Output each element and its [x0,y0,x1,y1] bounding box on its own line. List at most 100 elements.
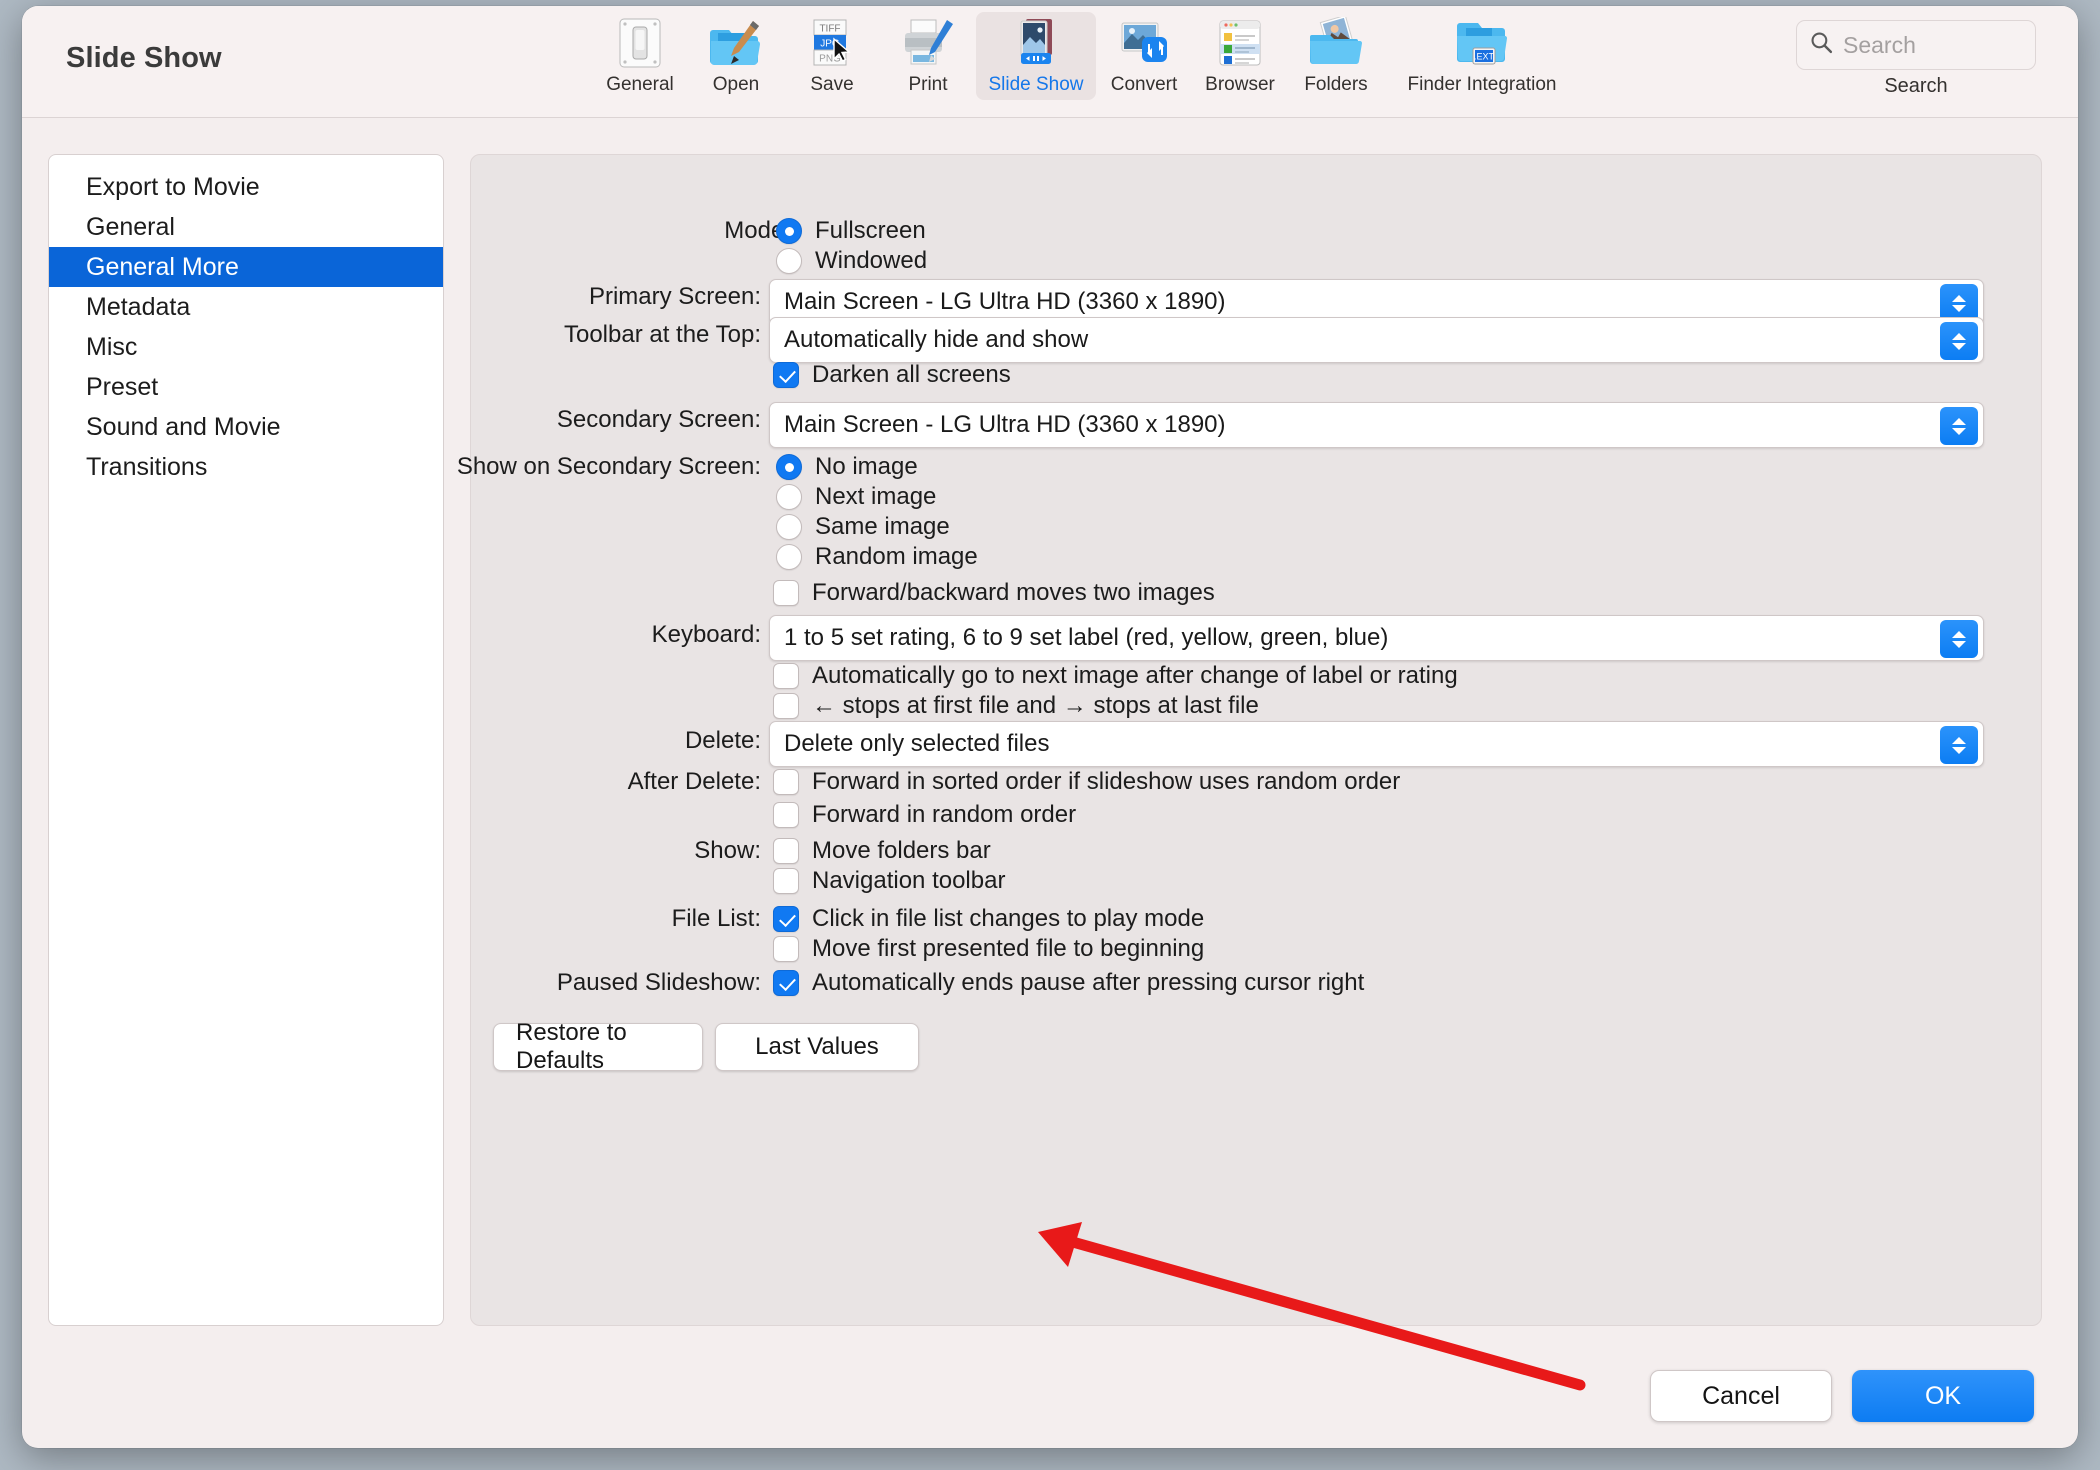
primary-screen-label: Primary Screen: [588,283,761,310]
switch-icon [617,18,663,68]
window-title: Slide Show [66,42,222,74]
arrow-stops-checkbox[interactable] [773,693,799,719]
secondary-option-next-image[interactable]: Next image [776,483,936,511]
last-values-button[interactable]: Last Values [715,1023,919,1071]
show-option-navigation-toolbar-row[interactable]: Navigation toolbar [773,867,1005,895]
auto-next-after-change-checkbox[interactable] [773,663,799,689]
sidebar-item-label: Sound and Movie [86,412,281,441]
toolbar-item-general[interactable]: General [592,12,688,100]
darken-all-screens-checkbox[interactable] [773,362,799,388]
toolbar-item-label: Save [810,74,854,95]
click-file-list-play-mode-checkbox[interactable] [773,906,799,932]
toolbar-item-convert[interactable]: Convert [1096,12,1192,100]
show-option-label: Move folders bar [812,837,991,864]
secondary-option-no-image[interactable]: No image [776,453,918,481]
arrow-stops-label: ← stops at first file and → stops at las… [812,692,1259,719]
preferences-sidebar: Export to Movie General General More Met… [48,154,444,1326]
darken-all-screens-label: Darken all screens [812,361,1011,388]
radio-random-image[interactable] [776,544,802,570]
radio-windowed[interactable] [776,248,802,274]
sidebar-item-general[interactable]: General [49,207,443,247]
ok-button[interactable]: OK [1852,1370,2034,1422]
toolbar-at-top-value: Automatically hide and show [784,326,1089,353]
secondary-option-random-image[interactable]: Random image [776,543,978,571]
secondary-screen-label: Secondary Screen: [556,406,761,433]
search-input[interactable]: Search [1796,20,2036,70]
secondary-screen-select[interactable]: Main Screen - LG Ultra HD (3360 x 1890) [769,402,1984,448]
toolbar-item-folders[interactable]: Folders [1288,12,1384,100]
sidebar-item-transitions[interactable]: Transitions [49,447,443,487]
toolbar-at-top-select[interactable]: Automatically hide and show [769,317,1984,363]
chevron-updown-icon[interactable] [1940,620,1978,658]
radio-fullscreen[interactable] [776,218,802,244]
arrow-stops-row[interactable]: ← stops at first file and → stops at las… [773,692,1259,720]
chevron-updown-icon[interactable] [1940,322,1978,360]
sidebar-item-preset[interactable]: Preset [49,367,443,407]
sidebar-item-label: Preset [86,372,159,401]
folder-brush-icon [709,18,763,68]
secondary-option-same-image[interactable]: Same image [776,513,950,541]
primary-screen-value: Main Screen - LG Ultra HD (3360 x 1890) [784,288,1226,315]
sidebar-item-misc[interactable]: Misc [49,327,443,367]
forward-backward-two-checkbox[interactable] [773,580,799,606]
after-delete-option-label: Forward in random order [812,801,1077,828]
sidebar-item-label: Misc [86,332,138,361]
after-delete-option-sorted-row[interactable]: Forward in sorted order if slideshow use… [773,768,1400,796]
toolbar-item-save[interactable]: TIFF JPG PNG Save [784,12,880,100]
toolbar-item-browser[interactable]: Browser [1192,12,1288,100]
toolbar-item-finder-integration[interactable]: .EXT Finder Integration [1384,12,1580,100]
sidebar-item-general-more[interactable]: General More [49,247,443,287]
after-delete-option-label: Forward in sorted order if slideshow use… [812,768,1401,795]
slideshow-icon [1008,18,1064,68]
after-delete-option-random-row[interactable]: Forward in random order [773,801,1076,829]
radio-next-image[interactable] [776,484,802,510]
auto-next-after-change-row[interactable]: Automatically go to next image after cha… [773,662,1458,690]
sidebar-item-label: Metadata [86,292,191,321]
after-delete-sorted-checkbox[interactable] [773,769,799,795]
show-on-secondary-label: Show on Secondary Screen: [456,453,761,480]
paused-slideshow-option-row[interactable]: Automatically ends pause after pressing … [773,969,1364,997]
sidebar-item-export-to-movie[interactable]: Export to Movie [49,167,443,207]
browser-window-icon [1215,18,1265,68]
file-list-option-play-mode-row[interactable]: Click in file list changes to play mode [773,905,1204,933]
forward-backward-two-row[interactable]: Forward/backward moves two images [773,579,1215,607]
toolbar-search: Search Search [1796,20,2036,98]
photo-folder-icon [1308,17,1364,68]
navigation-toolbar-checkbox[interactable] [773,868,799,894]
mode-option-label: Fullscreen [815,217,926,244]
show-option-label: Navigation toolbar [812,867,1006,894]
after-delete-label: After Delete: [627,768,761,795]
radio-same-image[interactable] [776,514,802,540]
secondary-option-label: Random image [815,543,978,570]
show-option-move-folders-bar-row[interactable]: Move folders bar [773,837,991,865]
move-folders-bar-checkbox[interactable] [773,838,799,864]
toolbar-item-label: Finder Integration [1407,74,1557,95]
delete-select[interactable]: Delete only selected files [769,721,1984,767]
file-list-label: File List: [671,905,761,932]
keyboard-select[interactable]: 1 to 5 set rating, 6 to 9 set label (red… [769,615,1984,661]
darken-all-screens-row[interactable]: Darken all screens [773,361,1011,389]
restore-to-defaults-button[interactable]: Restore to Defaults [493,1019,703,1074]
sidebar-item-sound-and-movie[interactable]: Sound and Movie [49,407,443,447]
toolbar-item-slide-show[interactable]: Slide Show [976,12,1096,100]
radio-no-image[interactable] [776,454,802,480]
cancel-button[interactable]: Cancel [1650,1370,1832,1422]
mode-option-windowed[interactable]: Windowed [776,247,927,275]
after-delete-random-checkbox[interactable] [773,802,799,828]
keyboard-label: Keyboard: [651,621,761,648]
toolbar-item-open[interactable]: Open [688,12,784,100]
secondary-screen-value: Main Screen - LG Ultra HD (3360 x 1890) [784,411,1226,438]
toolbar-items: General Open TIFF JPG PNG Save Print Sli… [592,12,1580,100]
screen: Slide Show General Open TIFF JPG PNG Sav… [0,0,2100,1470]
file-list-option-move-first-row[interactable]: Move first presented file to beginning [773,935,1204,963]
file-formats-icon: TIFF JPG PNG [809,18,855,68]
mode-option-fullscreen[interactable]: Fullscreen [776,217,926,245]
move-first-presented-file-checkbox[interactable] [773,936,799,962]
chevron-updown-icon[interactable] [1940,726,1978,764]
paused-slideshow-checkbox[interactable] [773,970,799,996]
toolbar-item-print[interactable]: Print [880,12,976,100]
secondary-option-label: Same image [815,513,950,540]
search-placeholder: Search [1843,31,1916,58]
sidebar-item-metadata[interactable]: Metadata [49,287,443,327]
chevron-updown-icon[interactable] [1940,407,1978,445]
